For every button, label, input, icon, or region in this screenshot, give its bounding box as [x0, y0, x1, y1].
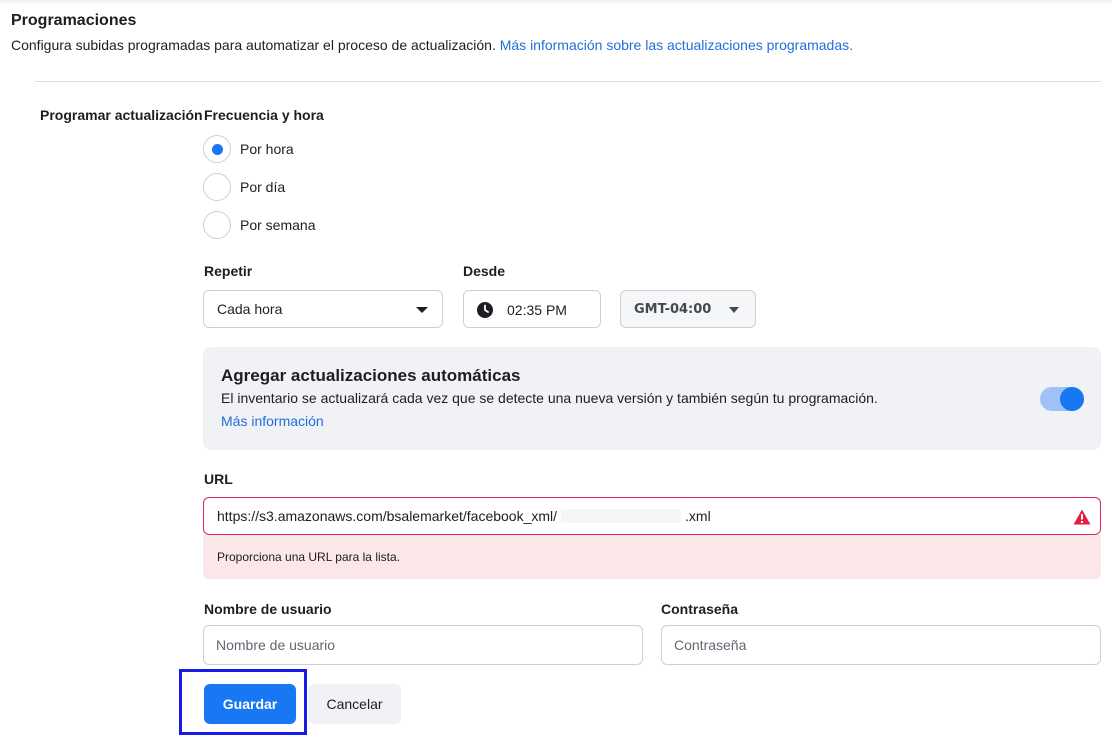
- from-label: Desde: [463, 263, 506, 279]
- auto-updates-card: Agregar actualizaciones automáticas El i…: [203, 347, 1101, 450]
- chevron-down-icon: [729, 307, 739, 313]
- username-placeholder: Nombre de usuario: [216, 637, 336, 653]
- warning-icon: [1073, 509, 1091, 525]
- chevron-down-icon: [416, 307, 428, 313]
- time-ampm[interactable]: PM: [546, 302, 567, 318]
- auto-updates-toggle[interactable]: [1040, 387, 1084, 411]
- url-value-prefix: https://s3.amazonaws.com/bsalemarket/fac…: [217, 508, 558, 524]
- radio-selected-icon[interactable]: [203, 135, 231, 163]
- password-input[interactable]: Contraseña: [661, 625, 1101, 665]
- description-text: Configura subidas programadas para autom…: [11, 37, 496, 53]
- clock-icon: [477, 302, 493, 318]
- url-error-message: Proporciona una URL para la lista.: [203, 535, 1101, 579]
- time-picker[interactable]: 02:35 PM: [463, 290, 601, 328]
- url-value-suffix: .xml: [685, 508, 711, 524]
- repeat-select-value: Cada hora: [217, 301, 283, 317]
- repeat-select[interactable]: Cada hora: [203, 290, 443, 328]
- radio-unselected-icon[interactable]: [203, 173, 231, 201]
- radio-label: Por semana: [240, 217, 316, 233]
- radio-por-dia[interactable]: Por día: [203, 173, 285, 201]
- url-input[interactable]: https://s3.amazonaws.com/bsalemarket/fac…: [203, 497, 1101, 535]
- top-shadow: [0, 0, 1112, 4]
- timezone-value: GMT-04:00: [634, 301, 712, 317]
- page-description: Configura subidas programadas para autom…: [11, 37, 853, 53]
- auto-updates-title: Agregar actualizaciones automáticas: [221, 366, 521, 385]
- username-label: Nombre de usuario: [204, 601, 332, 617]
- radio-por-hora[interactable]: Por hora: [203, 135, 294, 163]
- redacted-block: [561, 509, 682, 523]
- repeat-label: Repetir: [204, 263, 253, 279]
- schedule-section-label: Programar actualización: [40, 107, 203, 123]
- cancel-button[interactable]: Cancelar: [308, 684, 401, 724]
- timezone-select[interactable]: GMT-04:00: [620, 290, 756, 328]
- auto-updates-link[interactable]: Más información: [221, 413, 324, 429]
- password-placeholder: Contraseña: [674, 637, 747, 653]
- radio-label: Por día: [240, 179, 286, 195]
- auto-updates-description: El inventario se actualizará cada vez qu…: [221, 390, 878, 406]
- radio-por-semana[interactable]: Por semana: [203, 211, 315, 239]
- learn-more-link[interactable]: Más información sobre las actualizacione…: [500, 37, 853, 53]
- time-value: 02:35 PM: [507, 302, 567, 318]
- url-label: URL: [204, 471, 233, 487]
- frequency-label: Frecuencia y hora: [204, 107, 324, 123]
- username-input[interactable]: Nombre de usuario: [203, 625, 643, 665]
- time-minute[interactable]: 35: [526, 302, 542, 318]
- time-hour[interactable]: 02: [507, 302, 523, 318]
- toggle-knob: [1060, 387, 1084, 411]
- radio-unselected-icon[interactable]: [203, 211, 231, 239]
- page-title: Programaciones: [11, 12, 137, 29]
- radio-label: Por hora: [240, 141, 294, 157]
- divider: [35, 81, 1101, 82]
- save-button[interactable]: Guardar: [204, 684, 296, 724]
- password-label: Contraseña: [661, 601, 739, 617]
